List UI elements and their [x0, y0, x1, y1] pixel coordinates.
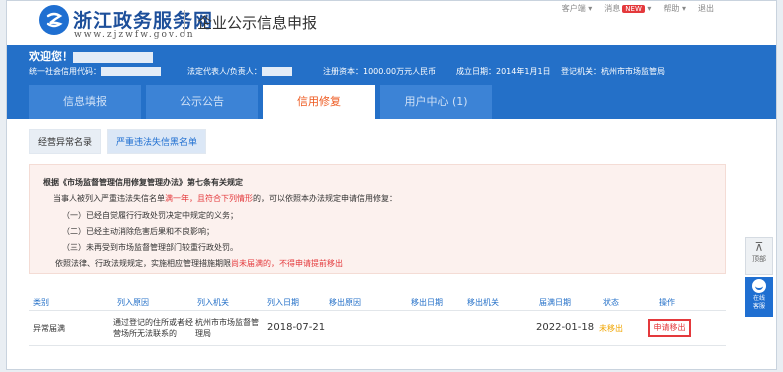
company-banner: 欢迎您！ 统一社会信用代码： 法定代表人/负责人： 注册资本：1000.00万元… — [7, 45, 776, 119]
notice-footer: 依照法律、行政法规规定，实施相应管理措施期限尚未届满的，不得申请提前移出 — [55, 258, 343, 269]
col-date-out: 移出日期 — [411, 298, 443, 307]
logout-link[interactable]: 退出 — [698, 3, 714, 14]
notice-para-highlight: 满一年，且符合下列情形 — [165, 194, 253, 203]
messages-link[interactable]: 消息 NEW ▾ — [604, 3, 651, 14]
cell-reason: 通过登记的住所或者经营场所无法联系的 — [113, 318, 193, 338]
registered-capital: 注册资本：1000.00万元人民币 — [323, 67, 437, 76]
arrow-up-icon: ⊼ — [754, 240, 764, 254]
help-link[interactable]: 帮助 ▾ — [663, 3, 686, 14]
sub-tabs: 经营异常名录 严重违法失信黑名单 — [29, 129, 207, 154]
tab-announcements[interactable]: 公示公告 — [146, 85, 258, 119]
regulation-notice: 根据《市场监督管理信用修复管理办法》第七条有关规定 当事人被列入严重违法失信名单… — [29, 164, 726, 274]
site-header: 浙江政务服务网 www.zjzwfw.gov.cn 企业公示信息申报 客户端 ▾… — [7, 1, 776, 45]
notice-item-3: （三）未再受到市场监督管理部门较重行政处罚。 — [62, 243, 238, 252]
site-url: www.zjzwfw.gov.cn — [74, 30, 195, 40]
cell-expiry: 2022-01-18 — [536, 322, 595, 333]
redacted-credit-code — [101, 67, 161, 76]
zjzwfw-logo-icon[interactable] — [39, 5, 69, 35]
top-links: 客户端 ▾ 消息 NEW ▾ 帮助 ▾ 退出 — [562, 3, 714, 14]
tab-user-center[interactable]: 用户中心 (1) — [380, 85, 492, 119]
credit-code-field: 统一社会信用代码： — [29, 66, 161, 77]
col-reason-out: 移出原因 — [329, 298, 361, 307]
registration-authority: 登记机关：杭州市市场监管局 — [561, 67, 665, 76]
col-action: 操作 — [659, 298, 675, 307]
header-divider — [184, 10, 185, 36]
notice-para-a: 当事人被列入严重违法失信名单 — [53, 194, 165, 203]
welcome-line: 欢迎您！ — [29, 48, 153, 64]
redacted-legal-rep — [261, 67, 292, 76]
notice-title: 根据《市场监督管理信用修复管理办法》第七条有关规定 — [43, 178, 243, 187]
online-service-button[interactable]: 在线 客服 — [745, 277, 773, 317]
messages-label: 消息 — [604, 4, 621, 13]
col-authority: 列入机关 — [197, 298, 229, 307]
subtab-abnormal-list[interactable]: 经营异常名录 — [29, 129, 102, 154]
site-name: 浙江政务服务网 — [73, 10, 214, 32]
apply-removal-button[interactable]: 申请移出 — [648, 319, 691, 337]
legal-rep-field: 法定代表人/负责人： — [187, 66, 292, 77]
page-title: 企业公示信息申报 — [197, 14, 318, 32]
welcome-text: 欢迎您！ — [29, 50, 73, 63]
customer-service-icon — [752, 279, 766, 293]
notice-para-b: 的，可以依照本办法规定申请信用修复： — [253, 194, 397, 203]
notice-paragraph: 当事人被列入严重违法失信名单满一年，且符合下列情形的，可以依照本办法规定申请信用… — [53, 193, 397, 204]
messages-arrow: ▾ — [647, 4, 652, 13]
notice-footer-highlight: 尚未届满的，不得申请提前移出 — [231, 259, 343, 268]
main-tabs: 信息填报 公示公告 信用修复 用户中心 (1) — [29, 85, 497, 119]
page-frame: 浙江政务服务网 www.zjzwfw.gov.cn 企业公示信息申报 客户端 ▾… — [6, 0, 777, 370]
back-to-top-button[interactable]: ⊼ 顶部 — [745, 237, 773, 275]
online-service-label-1: 在线 — [752, 295, 765, 302]
redacted-company-name — [73, 51, 153, 63]
col-category: 类别 — [33, 298, 49, 307]
cell-date-in: 2018-07-21 — [267, 322, 326, 333]
legal-rep-label: 法定代表人/负责人： — [187, 67, 262, 76]
cell-authority: 杭州市市场监督管理局 — [195, 318, 259, 338]
col-reason: 列入原因 — [117, 298, 149, 307]
table-header: 类别 列入原因 列入机关 列入日期 移出原因 移出日期 移出机关 届满日期 状态… — [29, 293, 726, 311]
online-service-label-2: 客服 — [752, 303, 765, 310]
subtab-blacklist[interactable]: 严重违法失信黑名单 — [107, 129, 207, 154]
tab-credit-repair[interactable]: 信用修复 — [263, 85, 375, 119]
established-date: 成立日期：2014年1月1日 — [456, 67, 551, 76]
notice-item-2: （二）已经主动消除危害后果和不良影响； — [62, 227, 214, 236]
back-to-top-label: 顶部 — [752, 255, 766, 263]
status-badge: 未移出 — [599, 324, 623, 333]
col-status: 状态 — [603, 298, 619, 307]
col-expiry: 届满日期 — [539, 298, 571, 307]
notice-item-1: （一）已经自觉履行行政处罚决定中规定的义务； — [62, 211, 238, 220]
table-row: 异常届满 通过登记的住所或者经营场所无法联系的 杭州市市场监督管理局 2018-… — [29, 312, 726, 346]
side-float-panel: ⊼ 顶部 在线 客服 — [745, 237, 773, 317]
new-badge: NEW — [622, 5, 645, 13]
notice-footer-a: 依照法律、行政法规规定，实施相应管理措施期限 — [55, 259, 231, 268]
credit-code-label: 统一社会信用代码： — [29, 67, 101, 76]
col-authority-out: 移出机关 — [467, 298, 499, 307]
tab-info-filing[interactable]: 信息填报 — [29, 85, 141, 119]
cell-category: 异常届满 — [33, 324, 65, 333]
col-date-in: 列入日期 — [267, 298, 299, 307]
customer-client-link[interactable]: 客户端 ▾ — [562, 3, 593, 14]
